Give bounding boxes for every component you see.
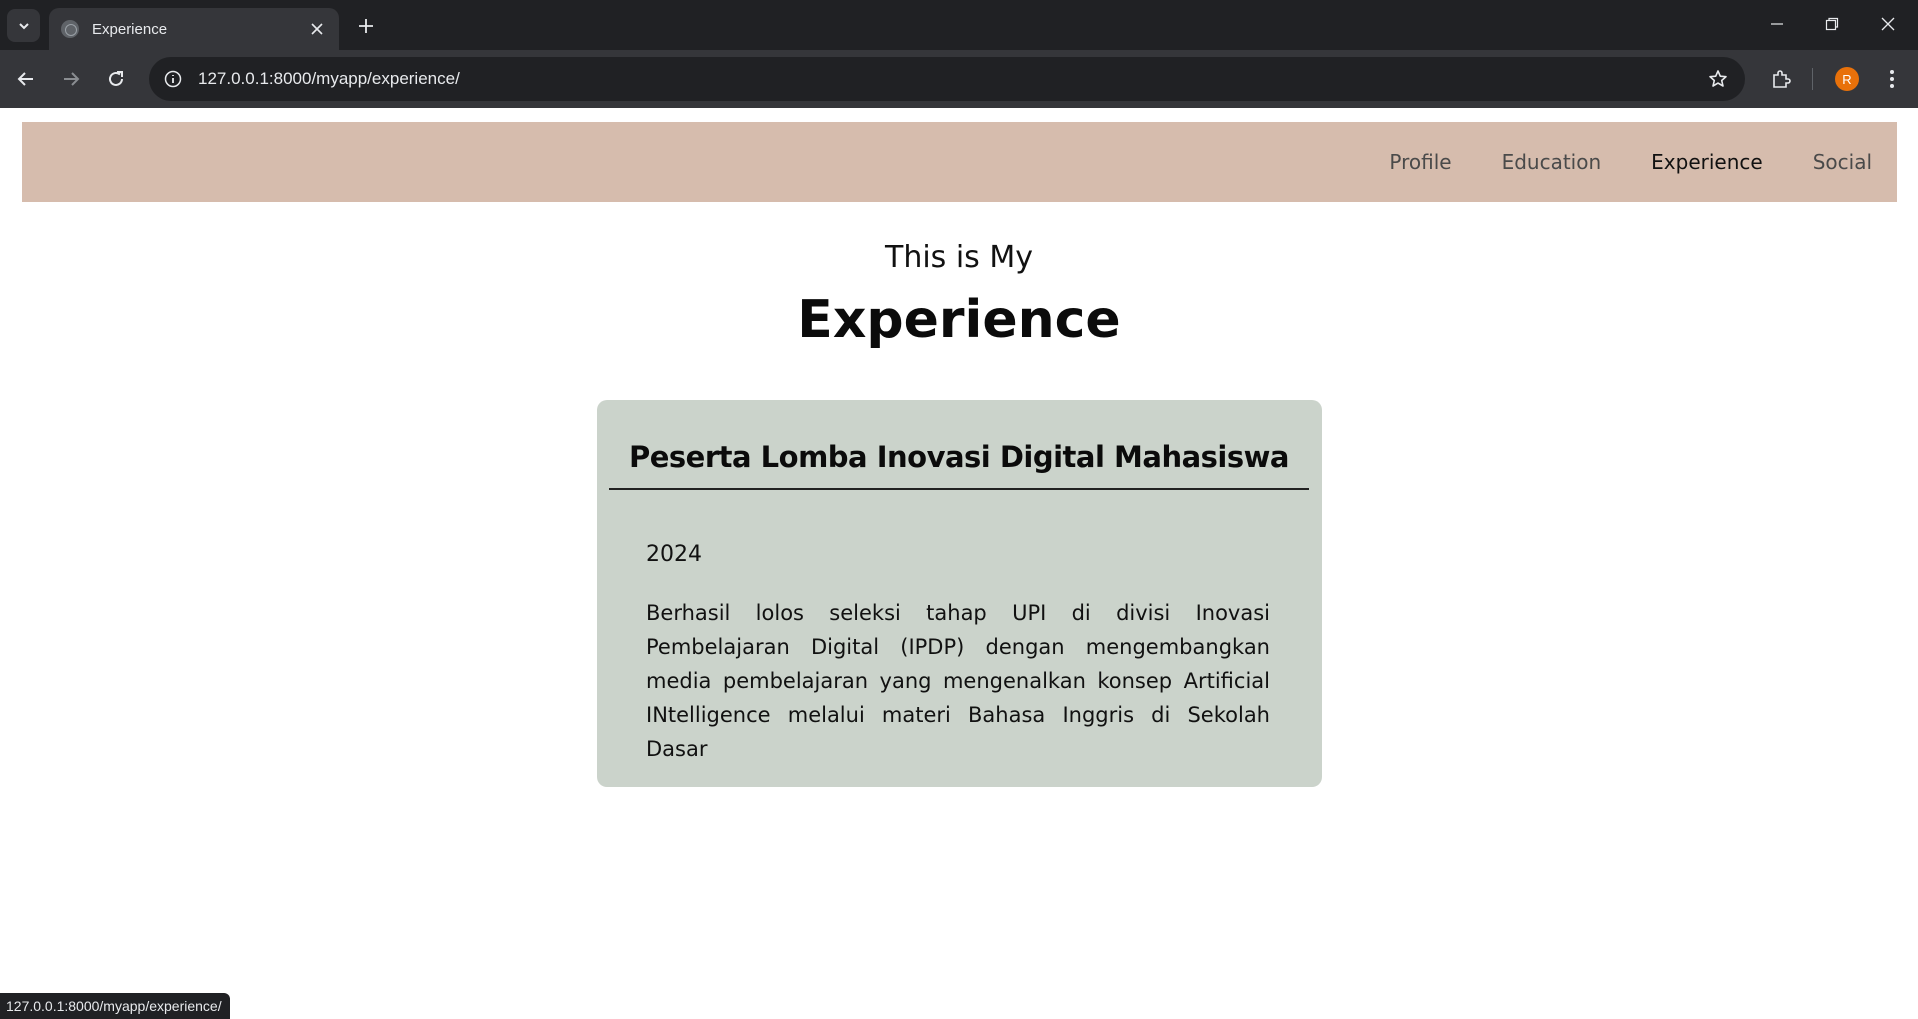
page-title: Experience <box>797 290 1121 350</box>
nav-link-social[interactable]: Social <box>1813 150 1872 174</box>
globe-icon <box>61 20 79 38</box>
tab-strip: Experience <box>0 0 1918 50</box>
browser-tab[interactable]: Experience <box>49 8 339 50</box>
new-tab-button[interactable] <box>352 12 380 40</box>
back-button[interactable] <box>10 63 42 95</box>
experience-description: Berhasil lolos seleksi tahap UPI di divi… <box>646 601 1270 761</box>
site-info-icon[interactable] <box>161 67 185 91</box>
browser-toolbar: 127.0.0.1:8000/myapp/experience/ <box>0 50 1918 108</box>
tab-title: Experience <box>92 20 168 38</box>
close-icon <box>1881 17 1895 31</box>
status-bar-url: 127.0.0.1:8000/myapp/experience/ <box>0 993 230 1019</box>
nav-link-profile[interactable]: Profile <box>1389 150 1451 174</box>
bookmark-star-icon[interactable] <box>1703 64 1733 94</box>
experience-card: Peserta Lomba Inovasi Digital Mahasiswa … <box>597 400 1322 787</box>
toolbar-divider <box>1812 68 1813 90</box>
extensions-button[interactable] <box>1765 63 1797 95</box>
menu-button[interactable] <box>1876 63 1908 95</box>
page-subtitle: This is My <box>885 240 1033 275</box>
close-icon <box>311 23 323 35</box>
plus-icon <box>359 19 373 33</box>
more-vert-icon <box>1890 70 1894 88</box>
arrow-right-icon <box>64 72 80 86</box>
arrow-left-icon <box>17 72 33 86</box>
title-divider <box>609 488 1309 490</box>
close-tab-button[interactable] <box>305 17 329 41</box>
experience-title: Peserta Lomba Inovasi Digital Mahasiswa <box>628 440 1290 474</box>
page-viewport: Profile Education Experience Social This… <box>0 108 1918 1019</box>
profile-avatar[interactable]: R <box>1835 67 1859 91</box>
minimize-icon <box>1771 23 1783 25</box>
nav-link-experience[interactable]: Experience <box>1651 150 1763 174</box>
tab-search-button[interactable] <box>7 9 40 42</box>
chevron-down-icon <box>18 22 29 29</box>
reload-button[interactable] <box>100 63 132 95</box>
minimize-button[interactable] <box>1754 6 1800 42</box>
restore-icon <box>1825 17 1839 31</box>
close-window-button[interactable] <box>1865 6 1911 42</box>
forward-button[interactable] <box>55 63 87 95</box>
restore-button[interactable] <box>1809 6 1855 42</box>
experience-year: 2024 <box>646 542 702 567</box>
puzzle-icon <box>1773 70 1791 88</box>
site-navbar: Profile Education Experience Social <box>22 122 1897 202</box>
address-bar[interactable]: 127.0.0.1:8000/myapp/experience/ <box>149 57 1745 101</box>
reload-icon <box>109 71 123 86</box>
url-text[interactable]: 127.0.0.1:8000/myapp/experience/ <box>198 69 1703 89</box>
nav-link-education[interactable]: Education <box>1502 150 1602 174</box>
